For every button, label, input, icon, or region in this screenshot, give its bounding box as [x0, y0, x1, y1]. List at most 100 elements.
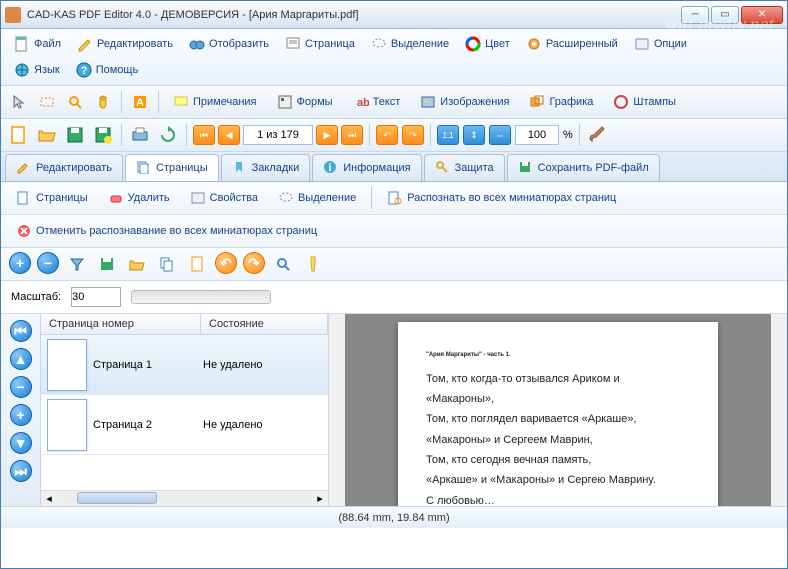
minimize-button[interactable]: ─	[681, 6, 709, 24]
thumbnail-pane: Страница номер Состояние Страница 1 Не у…	[41, 314, 329, 506]
tab-save[interactable]: Сохранить PDF-файл	[507, 154, 660, 181]
nav-first-button[interactable]: ⏮	[10, 320, 32, 342]
v-scrollbar-right[interactable]	[771, 314, 787, 506]
search-button[interactable]	[271, 252, 295, 276]
nav-up-button[interactable]: ▲	[10, 348, 32, 370]
flashlight-button[interactable]	[301, 252, 325, 276]
menu-advanced[interactable]: Расширенный	[519, 33, 625, 55]
text-button[interactable]: abТекст	[345, 90, 409, 114]
nav-plus-button[interactable]: +	[10, 404, 32, 426]
menu-select[interactable]: Выделение	[364, 33, 456, 55]
status-bar: (88.64 mm, 19.84 mm)	[1, 506, 787, 528]
save-button[interactable]	[63, 123, 87, 147]
pointer-tool[interactable]	[7, 90, 31, 114]
print-button[interactable]	[128, 123, 152, 147]
col-page[interactable]: Страница номер	[41, 314, 201, 334]
table-header: Страница номер Состояние	[41, 314, 328, 335]
maximize-button[interactable]: ▭	[711, 6, 739, 24]
rotate-left-button[interactable]: ↶	[376, 125, 398, 145]
props-button[interactable]: Свойства	[183, 187, 265, 209]
cancel-icon	[16, 223, 32, 239]
preview-pane[interactable]: "Ария Маргариты" - часть 1. Том, кто ког…	[345, 314, 771, 506]
help-icon: ?	[76, 62, 92, 78]
ocr-all-button[interactable]: Распознать во всех миниатюрах страниц	[380, 187, 623, 209]
new-page-button[interactable]	[185, 252, 209, 276]
fit-width-button[interactable]: ⇔	[489, 125, 511, 145]
tab-pages[interactable]: Страницы	[125, 154, 219, 181]
save-as-button[interactable]	[91, 123, 115, 147]
zoom-tool[interactable]	[63, 90, 87, 114]
cancel-ocr-button[interactable]: Отменить распознавание во всех миниатюра…	[9, 220, 324, 242]
next-page-button[interactable]: ▶	[316, 125, 338, 145]
new-button[interactable]	[7, 123, 31, 147]
scale-input[interactable]	[71, 287, 121, 307]
tab-bookmarks[interactable]: Закладки	[221, 154, 311, 181]
page-input[interactable]	[243, 125, 313, 145]
images-button[interactable]: Изображения	[412, 90, 517, 114]
fit-height-button[interactable]: ⇕	[463, 125, 485, 145]
forms-button[interactable]: Формы	[269, 90, 341, 114]
rotate-right-button[interactable]: ↷	[402, 125, 424, 145]
copy-button[interactable]	[155, 252, 179, 276]
svg-text:ab: ab	[357, 97, 369, 109]
brush-button[interactable]	[586, 123, 610, 147]
h-scrollbar[interactable]: ◂▸	[41, 490, 328, 506]
rotate-ccw-button[interactable]: ↶	[215, 252, 237, 274]
menu-page[interactable]: Страница	[278, 33, 362, 55]
eraser-icon	[108, 190, 124, 206]
menu-color[interactable]: Цвет	[458, 33, 517, 55]
marquee-tool[interactable]	[35, 90, 59, 114]
annotations-button[interactable]: Примечания	[165, 90, 265, 114]
prev-page-button[interactable]: ◀	[218, 125, 240, 145]
scale-label: Масштаб:	[11, 291, 61, 303]
tabs: Редактировать Страницы Закладки iИнформа…	[1, 152, 787, 182]
first-page-button[interactable]: ⏮	[193, 125, 215, 145]
zoom-input[interactable]	[515, 125, 559, 145]
nav-minus-button[interactable]: −	[10, 376, 32, 398]
scale-slider[interactable]	[131, 290, 271, 304]
col-state[interactable]: Состояние	[201, 314, 328, 334]
text-tool[interactable]: A	[128, 90, 152, 114]
v-scrollbar-left[interactable]	[329, 314, 345, 506]
refresh-button[interactable]	[156, 123, 180, 147]
menu-options[interactable]: Опции	[627, 33, 694, 55]
save-thumb-button[interactable]	[95, 252, 119, 276]
rotate-cw-button[interactable]: ↷	[243, 252, 265, 274]
table-row[interactable]: Страница 1 Не удалено	[41, 335, 328, 395]
menu-language[interactable]: Язык	[7, 59, 67, 81]
menu-edit[interactable]: Редактировать	[70, 33, 180, 55]
page-preview: "Ария Маргариты" - часть 1. Том, кто ког…	[398, 322, 718, 506]
hand-tool[interactable]	[91, 90, 115, 114]
toolbar-tools: A Примечания Формы abТекст Изображения Г…	[1, 86, 787, 119]
fit-11-button[interactable]: 1:1	[437, 125, 459, 145]
menu-file[interactable]: Файл	[7, 33, 68, 55]
tab-edit[interactable]: Редактировать	[5, 154, 123, 181]
thumb-toolbar: + − ↶ ↷	[1, 248, 787, 281]
svg-text:i: i	[329, 162, 332, 174]
delete-button[interactable]: Удалить	[101, 187, 177, 209]
close-button[interactable]: ✕	[741, 6, 783, 24]
stamps-button[interactable]: Штампы	[605, 90, 684, 114]
open-thumb-button[interactable]	[125, 252, 149, 276]
table-row[interactable]: Страница 2 Не удалено	[41, 395, 328, 455]
props-icon	[190, 190, 206, 206]
last-page-button[interactable]: ⏭	[341, 125, 363, 145]
pencil-icon	[77, 36, 93, 52]
graphics-button[interactable]: Графика	[521, 90, 601, 114]
select-button[interactable]: Выделение	[271, 187, 363, 209]
open-button[interactable]	[35, 123, 59, 147]
svg-text:A: A	[136, 97, 144, 109]
add-button[interactable]: +	[9, 252, 31, 274]
menu-view[interactable]: Отобразить	[182, 33, 276, 55]
titlebar: CAD-KAS PDF Editor 4.0 - ДЕМОВЕРСИЯ - [А…	[1, 1, 787, 29]
save-icon	[518, 160, 534, 176]
filter-button[interactable]	[65, 252, 89, 276]
tab-security[interactable]: Защита	[424, 154, 505, 181]
menubar: Файл Редактировать Отобразить Страница В…	[1, 29, 787, 86]
tab-info[interactable]: iИнформация	[312, 154, 421, 181]
pages-button[interactable]: Страницы	[9, 187, 95, 209]
nav-down-button[interactable]: ▼	[10, 432, 32, 454]
menu-help[interactable]: ?Помощь	[69, 59, 146, 81]
remove-button[interactable]: −	[37, 252, 59, 274]
nav-last-button[interactable]: ⏭	[10, 460, 32, 482]
